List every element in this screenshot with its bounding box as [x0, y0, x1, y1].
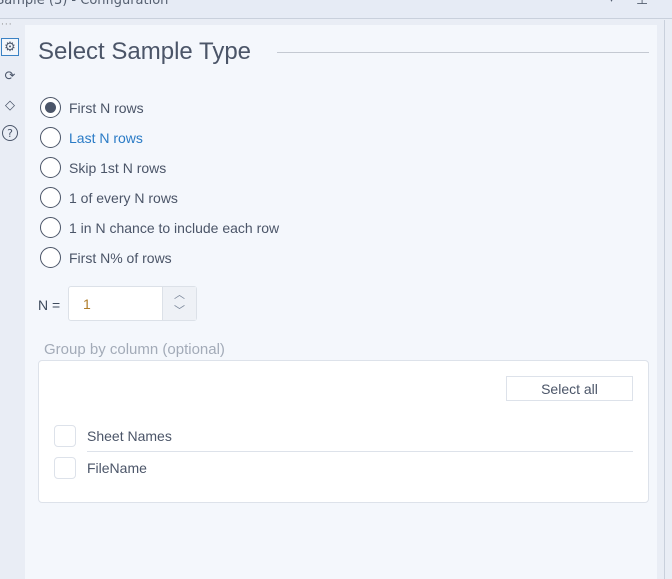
column-label: FileName: [87, 460, 147, 476]
checkbox-sheet-names[interactable]: [54, 425, 76, 447]
radio-circle[interactable]: [40, 127, 61, 148]
tag-icon[interactable]: ◇: [1, 96, 19, 114]
title-divider: [277, 52, 649, 53]
help-icon[interactable]: ?: [2, 125, 18, 141]
gear-icon[interactable]: ⚙: [1, 38, 19, 56]
radio-label: 1 in N chance to include each row: [69, 219, 280, 236]
n-stepper[interactable]: ︿ ﹀: [68, 286, 197, 321]
radio-skip-first-n-rows[interactable]: Skip 1st N rows: [40, 157, 166, 178]
column-label: Sheet Names: [87, 428, 172, 444]
radio-circle[interactable]: [40, 157, 61, 178]
radio-label: First N rows: [69, 99, 144, 116]
radio-one-of-every-n-rows[interactable]: 1 of every N rows: [40, 187, 178, 208]
pin-icon[interactable]: ⊥: [636, 0, 648, 8]
n-input[interactable]: [69, 287, 164, 320]
chevron-down-icon[interactable]: ▾: [609, 0, 614, 5]
divider: [87, 451, 633, 452]
n-label: N =: [38, 297, 61, 313]
page-title: Select Sample Type: [38, 38, 252, 65]
radio-label: First N% of rows: [69, 249, 172, 266]
radio-circle[interactable]: [40, 247, 61, 268]
more-icon[interactable]: ···: [1, 20, 13, 30]
radio-circle[interactable]: [40, 97, 61, 118]
radio-circle[interactable]: [40, 217, 61, 238]
radio-label: Last N rows: [69, 129, 143, 146]
radio-circle[interactable]: [40, 187, 61, 208]
checkbox-filename[interactable]: [54, 457, 76, 479]
radio-label: 1 of every N rows: [69, 189, 178, 206]
title-bar: Sample (3) - Configuration ▾ ⊥: [0, 0, 672, 19]
connection-icon[interactable]: ⟳: [1, 67, 19, 85]
select-all-button[interactable]: Select all: [506, 376, 633, 401]
chevron-down-icon[interactable]: ﹀: [163, 303, 196, 319]
radio-label: Skip 1st N rows: [69, 159, 167, 176]
radio-last-n-rows[interactable]: Last N rows: [40, 127, 143, 148]
chevron-up-icon[interactable]: ︿: [163, 287, 196, 303]
configuration-panel: Select Sample Type First N rows Last N r…: [25, 25, 657, 579]
sidebar: ··· ⚙ ⟳ ◇ ?: [0, 20, 24, 579]
radio-first-n-percent[interactable]: First N% of rows: [40, 247, 172, 268]
group-by-box: Select all Sheet Names FileName: [38, 360, 649, 503]
group-by-label: Group by column (optional): [44, 341, 225, 358]
window-title: Sample (3) - Configuration: [0, 0, 169, 8]
scrollbar[interactable]: [664, 20, 672, 579]
radio-one-in-n-chance[interactable]: 1 in N chance to include each row: [40, 217, 279, 238]
radio-first-n-rows[interactable]: First N rows: [40, 97, 144, 118]
